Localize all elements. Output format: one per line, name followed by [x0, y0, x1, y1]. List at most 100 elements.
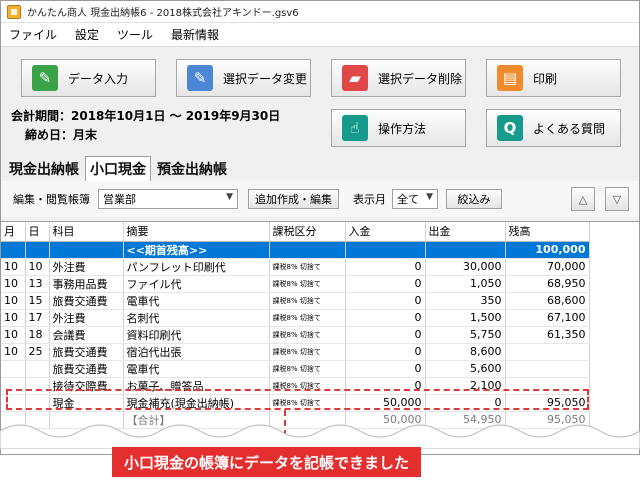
table-row[interactable]: 10 15 旅費交通費 電車代 課税8% 切捨て 0 350 68,600 [1, 292, 590, 310]
cell-expense: 1,050 [425, 275, 506, 293]
how-to-label: 操作方法 [378, 121, 427, 136]
chevron-down-icon: ▼ [226, 192, 233, 202]
menu-tools[interactable]: ツール [117, 26, 153, 43]
month-select[interactable]: 全て ▼ [392, 189, 438, 209]
table-row[interactable]: 10 25 旅費交通費 宿泊代出張 課税8% 切捨て 0 8,600 [1, 343, 590, 361]
cell-day: 17 [25, 309, 50, 327]
app-window: かんたん商人 現金出納帳6 - 2018株式会社アキンドー.gsv6 ファイル … [0, 0, 640, 455]
cell-account: 外注費 [49, 258, 124, 276]
cell-expense: 5,750 [425, 326, 506, 344]
edit-pencil-icon: ✎ [187, 65, 213, 91]
cell-summary: 宿泊代出張 [123, 343, 270, 361]
app-logo-icon [7, 4, 21, 19]
cell-day: 10 [25, 258, 50, 276]
col-expense[interactable]: 出金 [425, 222, 506, 242]
accounting-period: 会計期間：2018年10月1日 〜 2019年9月30日 締め日：月末 [11, 107, 280, 145]
tab-deposit-book[interactable]: 預金出納帳 [153, 157, 231, 181]
cell-account: 外注費 [49, 309, 124, 327]
menu-settings[interactable]: 設定 [75, 26, 99, 43]
col-tax[interactable]: 課税区分 [269, 222, 346, 242]
cell-income: 0 [345, 258, 426, 276]
cell-income: 0 [345, 343, 426, 361]
tab-petty-cash[interactable]: 小口現金 [85, 156, 151, 181]
print-button[interactable]: ▤ 印刷 [486, 59, 621, 97]
eraser-icon: ▰ [342, 65, 368, 91]
table-row[interactable]: 10 17 外注費 名刺代 課税8% 切捨て 0 1,500 67,100 [1, 309, 590, 327]
cell-month: 10 [1, 275, 26, 293]
cell-summary: 電車代 [123, 292, 270, 310]
question-bubble-icon: Q [497, 115, 523, 141]
move-up-button[interactable]: △ [571, 187, 595, 211]
cell-balance: 68,600 [505, 292, 590, 310]
caption-banner: 小口現金の帳簿にデータを記帳できました [112, 447, 422, 477]
data-entry-button[interactable]: ✎ データ入力 [21, 59, 156, 97]
cell [345, 241, 426, 259]
cell [25, 241, 50, 259]
col-income[interactable]: 入金 [345, 222, 426, 242]
cell-month: 10 [1, 326, 26, 344]
cell-day: 25 [25, 343, 50, 361]
cell-month: 10 [1, 292, 26, 310]
cell [269, 241, 346, 259]
how-to-button[interactable]: ☝ 操作方法 [331, 109, 466, 147]
cell-income: 0 [345, 292, 426, 310]
cell [1, 241, 26, 259]
closing-day: 締め日：月末 [25, 128, 98, 142]
col-summary[interactable]: 摘要 [123, 222, 270, 242]
col-day[interactable]: 日 [25, 222, 50, 242]
period-range: 会計期間：2018年10月1日 〜 2019年9月30日 [11, 109, 281, 123]
table-row[interactable]: 旅費交通費 電車代 課税8% 切捨て 0 5,600 [1, 360, 590, 378]
cell-balance: 67,100 [505, 309, 590, 327]
toolbar: ✎ データ入力 ✎ 選択データ変更 ▰ 選択データ削除 ▤ 印刷 ☝ 操作方法 … [1, 47, 639, 161]
month-select-value: 全て [397, 193, 419, 206]
delete-selected-button[interactable]: ▰ 選択データ削除 [331, 59, 466, 97]
delete-selected-label: 選択データ削除 [378, 71, 463, 86]
table-row[interactable]: 10 13 事務用品費 ファイル代 課税8% 切捨て 0 1,050 68,950 [1, 275, 590, 293]
cell-summary: 資料印刷代 [123, 326, 270, 344]
menu-news[interactable]: 最新情報 [171, 26, 219, 43]
cell-tax: 課税8% 切捨て [269, 309, 346, 327]
cell-day [25, 360, 50, 378]
faq-button[interactable]: Q よくある質問 [486, 109, 621, 147]
month-select-label: 表示月 [353, 193, 386, 206]
cell-account: 旅費交通費 [49, 292, 124, 310]
book-select-label: 編集・閲覧帳簿 [13, 193, 90, 206]
cell-income: 0 [345, 360, 426, 378]
cell-day: 18 [25, 326, 50, 344]
faq-label: よくある質問 [533, 121, 606, 136]
print-icon: ▤ [497, 65, 523, 91]
table-row[interactable]: 10 18 会議費 資料印刷代 課税8% 切捨て 0 5,750 61,350 [1, 326, 590, 344]
edit-selected-button[interactable]: ✎ 選択データ変更 [176, 59, 311, 97]
col-balance[interactable]: 残高 [505, 222, 590, 242]
opening-balance: 100,000 [505, 241, 590, 259]
chevron-down-icon: ▼ [426, 192, 433, 202]
cell-balance: 68,950 [505, 275, 590, 293]
print-label: 印刷 [533, 71, 558, 86]
cell-account: 事務用品費 [49, 275, 124, 293]
cell-account: 旅費交通費 [49, 343, 124, 361]
cell-summary: 電車代 [123, 360, 270, 378]
menu-bar: ファイル 設定 ツール 最新情報 [1, 23, 639, 47]
add-edit-button[interactable]: 追加作成・編集 [248, 189, 339, 209]
move-down-button[interactable]: ▽ [605, 187, 629, 211]
cell-expense: 1,500 [425, 309, 506, 327]
table-row[interactable]: 10 10 外注費 パンフレット印刷代 課税8% 切捨て 0 30,000 70,000 [1, 258, 590, 276]
cell-month: 10 [1, 343, 26, 361]
col-month[interactable]: 月 [1, 222, 26, 242]
cell-tax: 課税8% 切捨て [269, 258, 346, 276]
tab-cash-book[interactable]: 現金出納帳 [5, 157, 83, 181]
col-account[interactable]: 科目 [49, 222, 124, 242]
book-tabs: 現金出納帳 小口現金 預金出納帳 [1, 156, 233, 181]
pencil-icon: ✎ [32, 65, 58, 91]
table-row-opening[interactable]: <<期首残高>> 100,000 [1, 241, 590, 259]
narrow-button[interactable]: 絞込み [446, 189, 502, 209]
cell-tax: 課税8% 切捨て [269, 292, 346, 310]
cell-summary: 名刺代 [123, 309, 270, 327]
cell-month: 10 [1, 309, 26, 327]
cell-summary: ファイル代 [123, 275, 270, 293]
cell-month: 10 [1, 258, 26, 276]
cell-expense: 8,600 [425, 343, 506, 361]
book-select[interactable]: 営業部 ▼ [98, 189, 238, 209]
menu-file[interactable]: ファイル [9, 26, 57, 43]
cell [425, 241, 506, 259]
